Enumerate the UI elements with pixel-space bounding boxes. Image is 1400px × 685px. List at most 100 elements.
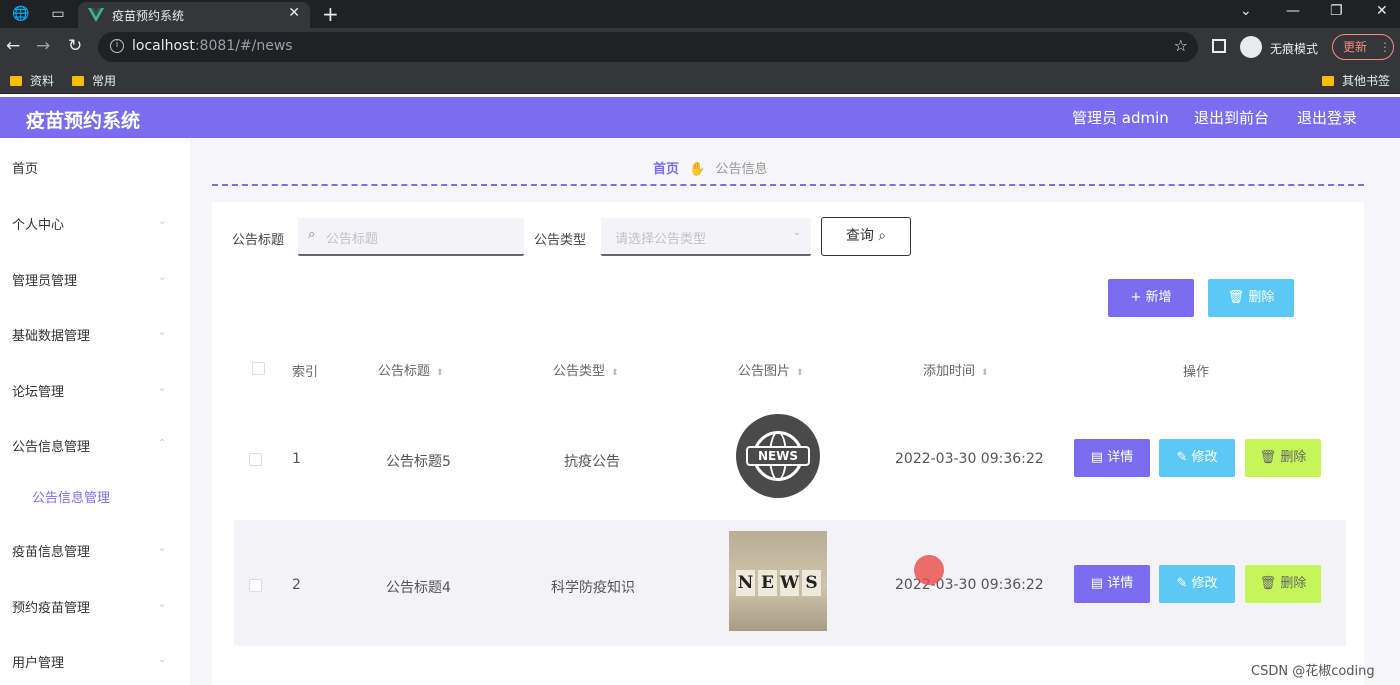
side-panel-icon[interactable] [1212,39,1226,53]
sidebar-item-appointment[interactable]: 预约疫苗管理 [12,597,90,616]
sidebar-item-profile[interactable]: 个人中心 [12,214,64,233]
browser-tab-bar: 🌐 ▭ 疫苗预约系统 ✕ + ⌄ — ❐ ✕ [0,0,1400,28]
update-button[interactable]: 更新 ⋮ [1332,34,1394,60]
type-filter-label: 公告类型 [534,233,587,248]
url-text[interactable]: localhost:8081/#/news [132,38,293,54]
col-type[interactable]: 公告类型 ⬍ [553,360,619,379]
breadcrumb: 首页 ✋ 公告信息 [653,158,768,177]
sort-icon: ⬍ [796,368,804,378]
pencil-icon: ✎ [1176,576,1188,591]
chevron-down-icon: ⌄ [158,383,167,394]
breadcrumb-current: 公告信息 [715,162,768,177]
chevron-down-icon: ⌄ [792,227,801,238]
sidebar-item-users[interactable]: 用户管理 [12,652,64,671]
tab-search-icon[interactable]: ⌄ [1240,3,1252,19]
col-index: 索引 [292,365,319,380]
breadcrumb-home[interactable]: 首页 [653,162,679,177]
chevron-up-icon: ⌃ [158,438,167,449]
sort-icon: ⬍ [436,368,444,378]
detail-button[interactable]: ▤ 详情 [1074,439,1150,477]
restore-icon[interactable]: ❐ [1330,3,1343,19]
type-select[interactable]: 请选择公告类型 ⌄ [601,218,811,256]
letter-block: W [779,569,800,597]
letter-block: S [801,569,822,597]
sidebar: 首页 个人中心 ⌄ 管理员管理 ⌄ 基础数据管理 ⌄ 论坛管理 ⌄ 公告信息管理… [0,138,190,685]
globe-icon[interactable]: 🌐 [12,6,29,22]
folder-icon [10,76,22,86]
back-icon[interactable]: ← [6,37,20,55]
delete-button[interactable]: 🗑 删除 [1245,439,1321,477]
bookmark-folder[interactable]: 资料 [10,72,54,89]
row-checkbox[interactable] [249,453,262,466]
site-info-icon[interactable]: i [110,39,124,53]
logout-link[interactable]: 退出登录 [1297,107,1357,128]
news-image: N E W S [729,531,827,631]
to-frontend-link[interactable]: 退出到前台 [1194,107,1269,128]
document-icon: ▤ [1090,450,1104,465]
sidebar-item-notice[interactable]: 公告信息管理 [12,436,90,455]
chevron-down-icon: ⌄ [158,654,167,665]
reload-icon[interactable]: ↻ [68,37,82,55]
sidebar-item-home[interactable]: 首页 [12,158,38,177]
menu-dots-icon: ⋮ [1379,40,1392,54]
chevron-down-icon: ⌄ [158,272,167,283]
row-checkbox[interactable] [249,579,262,592]
edit-button[interactable]: ✎ 修改 [1159,565,1235,603]
browser-tab-active[interactable]: 疫苗预约系统 ✕ [78,2,310,28]
address-bar[interactable]: i localhost:8081/#/news ☆ [98,32,1198,62]
sidebar-item-admin[interactable]: 管理员管理 [12,270,77,289]
title-filter-label: 公告标题 [232,233,285,248]
folder-icon [72,76,84,86]
watermark: CSDN @花椒coding [1251,664,1375,679]
content-panel: 公告标题 ⌕ 公告标题 公告类型 请选择公告类型 ⌄ 查询 ⌕ + 新增 🗑 删… [212,202,1364,685]
cell-index: 1 [292,451,301,467]
breadcrumb-separator-icon: ✋ [689,162,706,177]
vue-logo-icon [88,8,104,22]
main-content: 首页 ✋ 公告信息 公告标题 ⌕ 公告标题 公告类型 请选择公告类型 ⌄ 查询 … [190,138,1400,685]
trash-icon: 🗑 [1259,450,1277,465]
pencil-icon: ✎ [1176,450,1188,465]
delete-button[interactable]: 🗑 删除 [1245,565,1321,603]
bookmark-folder[interactable]: 常用 [72,72,116,89]
new-tab-icon[interactable]: + [322,2,339,26]
minimize-icon[interactable]: — [1286,3,1300,19]
edit-button[interactable]: ✎ 修改 [1159,439,1235,477]
sidebar-item-vaccine[interactable]: 疫苗信息管理 [12,541,90,560]
col-image[interactable]: 公告图片 ⬍ [738,360,804,379]
folder-icon [1322,76,1334,86]
col-time[interactable]: 添加时间 ⬍ [923,360,989,379]
bookmark-star-icon[interactable]: ☆ [1174,36,1188,55]
detail-button[interactable]: ▤ 详情 [1074,565,1150,603]
other-bookmarks[interactable]: 其他书签 [1322,72,1390,89]
cell-time: 2022-03-30 09:36:22 [895,451,1044,467]
select-all-checkbox[interactable] [252,362,265,375]
chevron-down-icon: ⌄ [158,327,167,338]
divider [212,184,1364,186]
app-header: 疫苗预约系统 管理员 admin 退出到前台 退出登录 [0,97,1400,138]
tab-close-icon[interactable]: ✕ [288,5,300,21]
cursor-highlight [914,555,944,585]
window-close-icon[interactable]: ✕ [1376,3,1388,19]
plus-icon: + [1130,290,1142,305]
tab-overview-icon[interactable]: ▭ [50,6,66,22]
sidebar-subitem-notice[interactable]: 公告信息管理 [32,487,110,506]
sidebar-item-forum[interactable]: 论坛管理 [12,381,64,400]
col-ops: 操作 [1183,365,1210,380]
forward-icon[interactable]: → [36,37,50,55]
trash-icon: 🗑 [1227,290,1245,305]
chevron-down-icon: ⌄ [158,599,167,610]
sort-icon: ⬍ [611,368,619,378]
trash-icon: 🗑 [1259,576,1277,591]
col-title[interactable]: 公告标题 ⬍ [378,360,444,379]
letter-block: E [757,569,778,597]
cell-type: 抗疫公告 [564,454,620,470]
sort-icon: ⬍ [981,368,989,378]
add-button[interactable]: + 新增 [1108,279,1194,317]
title-search-input[interactable]: ⌕ 公告标题 [298,218,524,256]
chevron-down-icon: ⌄ [158,543,167,554]
query-button[interactable]: 查询 ⌕ [821,217,911,256]
search-icon: ⌕ [308,227,316,242]
cell-title: 公告标题5 [386,454,451,470]
sidebar-item-basic-data[interactable]: 基础数据管理 [12,325,90,344]
batch-delete-button[interactable]: 🗑 删除 [1208,279,1294,317]
